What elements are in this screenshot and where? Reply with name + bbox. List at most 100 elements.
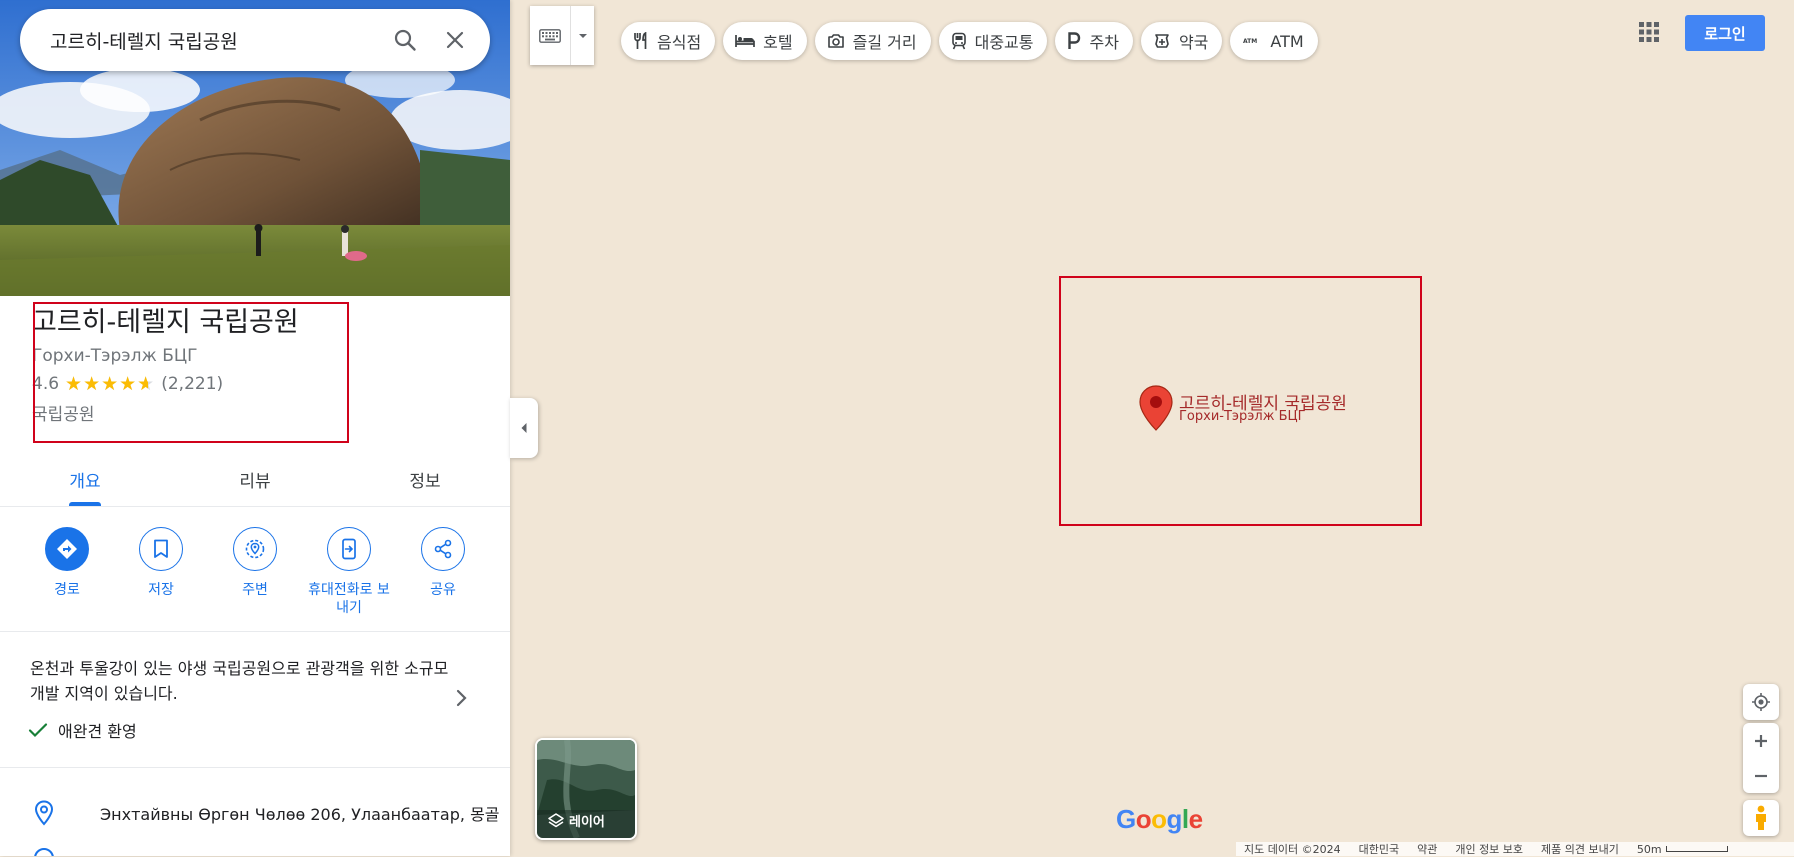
transit-icon	[951, 32, 966, 50]
rating-stars: ★★★★★ ★★★★★	[65, 373, 156, 395]
info-icon	[34, 848, 54, 856]
zoom-controls	[1743, 723, 1779, 793]
tab-overview[interactable]: 개요	[0, 455, 170, 506]
place-header: 고르히-테렐지 국립공원 Горхи-Тэрэлж БЦГ 4.6 ★★★★★ …	[32, 306, 342, 425]
divider	[0, 631, 510, 632]
restaurant-icon	[634, 32, 647, 49]
scale-label: 50m	[1636, 842, 1662, 856]
directions-label: 경로	[54, 582, 80, 598]
map-marker-icon	[1139, 385, 1173, 431]
share-button[interactable]: 공유	[397, 527, 489, 632]
bookmark-icon	[154, 539, 168, 558]
place-title: 고르히-테렐지 국립공원	[32, 307, 299, 338]
tab-about[interactable]: 정보	[340, 455, 510, 506]
plus-icon	[1755, 734, 1767, 747]
nearby-icon	[245, 539, 265, 559]
layers-label: 레이어	[569, 815, 605, 830]
hotel-icon	[735, 35, 756, 47]
google-logo-letter: e	[1188, 804, 1203, 834]
place-category[interactable]: 국립공원	[32, 400, 342, 425]
chip-hotels[interactable]: 호텔	[723, 22, 807, 60]
zoom-in-button[interactable]	[1743, 723, 1779, 758]
send-to-phone-label: 휴대전화로 보내기	[308, 582, 390, 616]
layers-icon	[548, 812, 564, 827]
address-text: Энхтайвны Өргөн Чөлөө 206, Улаанбаатар, …	[100, 805, 500, 824]
send-to-phone-button[interactable]: 휴대전화로 보내기	[303, 527, 395, 632]
review-count-link[interactable]: (2,221)	[161, 374, 223, 394]
chip-label: 주차	[1089, 33, 1119, 52]
place-panel: 고르히-테렐지 국립공원 고르히-테렐지 국립공원 Горхи-Тэрэлж Б…	[0, 0, 510, 856]
map-pin[interactable]	[1138, 384, 1174, 436]
chip-label: 호텔	[763, 33, 793, 52]
parking-icon	[1068, 32, 1081, 49]
directions-button[interactable]: 경로	[21, 527, 113, 632]
search-input[interactable]: 고르히-테렐지 국립공원	[20, 27, 380, 54]
save-button[interactable]: 저장	[115, 527, 207, 632]
scale-bar-line	[1665, 846, 1728, 852]
login-button[interactable]: 로그인	[1685, 15, 1765, 51]
close-search-button[interactable]	[430, 15, 480, 65]
nearby-button[interactable]: 주변	[209, 527, 301, 632]
share-icon	[434, 539, 452, 559]
google-logo-letter: o	[1151, 804, 1167, 834]
zoom-out-button[interactable]	[1743, 758, 1779, 793]
search-box[interactable]: 고르히-테렐지 국립공원	[20, 9, 490, 71]
keyboard-icon	[539, 28, 561, 43]
place-description[interactable]: 온천과 투울강이 있는 야생 국립공원으로 관광객을 위한 소규모 개발 지역이…	[30, 656, 450, 706]
description-expand-button[interactable]	[455, 688, 469, 712]
place-tabs: 개요 리뷰 정보	[0, 455, 510, 507]
chip-parking[interactable]: 주차	[1055, 22, 1133, 60]
tab-reviews[interactable]: 리뷰	[170, 455, 340, 506]
apps-grid-icon	[1639, 22, 1659, 42]
chip-label: ATM	[1270, 31, 1304, 51]
rating-value: 4.6	[32, 374, 60, 394]
collapse-panel-button[interactable]	[510, 398, 538, 458]
chip-pharmacy[interactable]: 약국	[1140, 22, 1223, 60]
layers-button[interactable]: 레이어	[535, 738, 637, 840]
check-icon	[28, 723, 48, 738]
chip-transit[interactable]: 대중교통	[938, 22, 1048, 60]
category-chips: 음식점 호텔 즐길 거리 대중교통 주차 약국 ATM ATM	[621, 22, 1318, 60]
place-subtitle: Горхи-Тэрэлж БЦГ	[32, 346, 198, 366]
map-footer: 지도 데이터 ©2024 대한민국 약관 개인 정보 보호 제품 의견 보내기 …	[1236, 842, 1794, 856]
feature-label: 애완견 환영	[58, 722, 137, 741]
my-location-icon	[1752, 693, 1770, 711]
chip-label: 음식점	[657, 33, 702, 52]
atm-icon: ATM	[1243, 38, 1257, 45]
chip-label: 즐길 거리	[852, 33, 917, 52]
google-apps-button[interactable]	[1637, 20, 1661, 44]
svg-text:ATM: ATM	[1243, 38, 1257, 45]
google-logo-letter: G	[1116, 804, 1136, 834]
directions-icon	[57, 539, 77, 559]
google-logo-letter: o	[1135, 804, 1152, 834]
share-label: 공유	[430, 582, 456, 598]
chip-label: 대중교통	[974, 33, 1034, 52]
rating-row[interactable]: 4.6 ★★★★★ ★★★★★ (2,221)	[32, 374, 342, 394]
feature-row: 애완견 환영	[28, 718, 137, 742]
search-icon	[394, 29, 416, 51]
street-view-pegman[interactable]	[1743, 800, 1779, 836]
google-logo: Google	[1116, 804, 1203, 835]
my-location-button[interactable]	[1743, 684, 1779, 720]
chip-restaurants[interactable]: 음식점	[621, 22, 716, 60]
region-link[interactable]: 대한민국	[1359, 841, 1399, 857]
caret-left-icon	[521, 423, 527, 433]
map-data-credit: 지도 데이터 ©2024	[1244, 843, 1341, 856]
scale-bar[interactable]: 50m	[1637, 843, 1728, 856]
address-row[interactable]: Энхтайвны Өргөн Чөлөө 206, Улаанбаатар, …	[34, 800, 504, 826]
chevron-right-icon	[456, 689, 467, 707]
google-logo-letter: g	[1166, 804, 1183, 834]
nearby-label: 주변	[242, 582, 268, 598]
chip-things-to-do[interactable]: 즐길 거리	[814, 22, 931, 60]
feedback-link[interactable]: 제품 의견 보내기	[1541, 841, 1619, 857]
terms-link[interactable]: 약관	[1417, 841, 1437, 857]
chip-label: 약국	[1178, 33, 1209, 52]
map-pin-sublabel: Горхи-Тэрэлж БЦГ	[1179, 409, 1306, 424]
close-icon	[446, 31, 464, 49]
pegman-icon	[1756, 805, 1766, 830]
search-button[interactable]	[380, 15, 430, 65]
save-label: 저장	[148, 582, 174, 598]
input-tools-button[interactable]	[530, 6, 594, 65]
privacy-link[interactable]: 개인 정보 보호	[1455, 841, 1523, 857]
chip-atm[interactable]: ATM ATM	[1230, 22, 1318, 60]
